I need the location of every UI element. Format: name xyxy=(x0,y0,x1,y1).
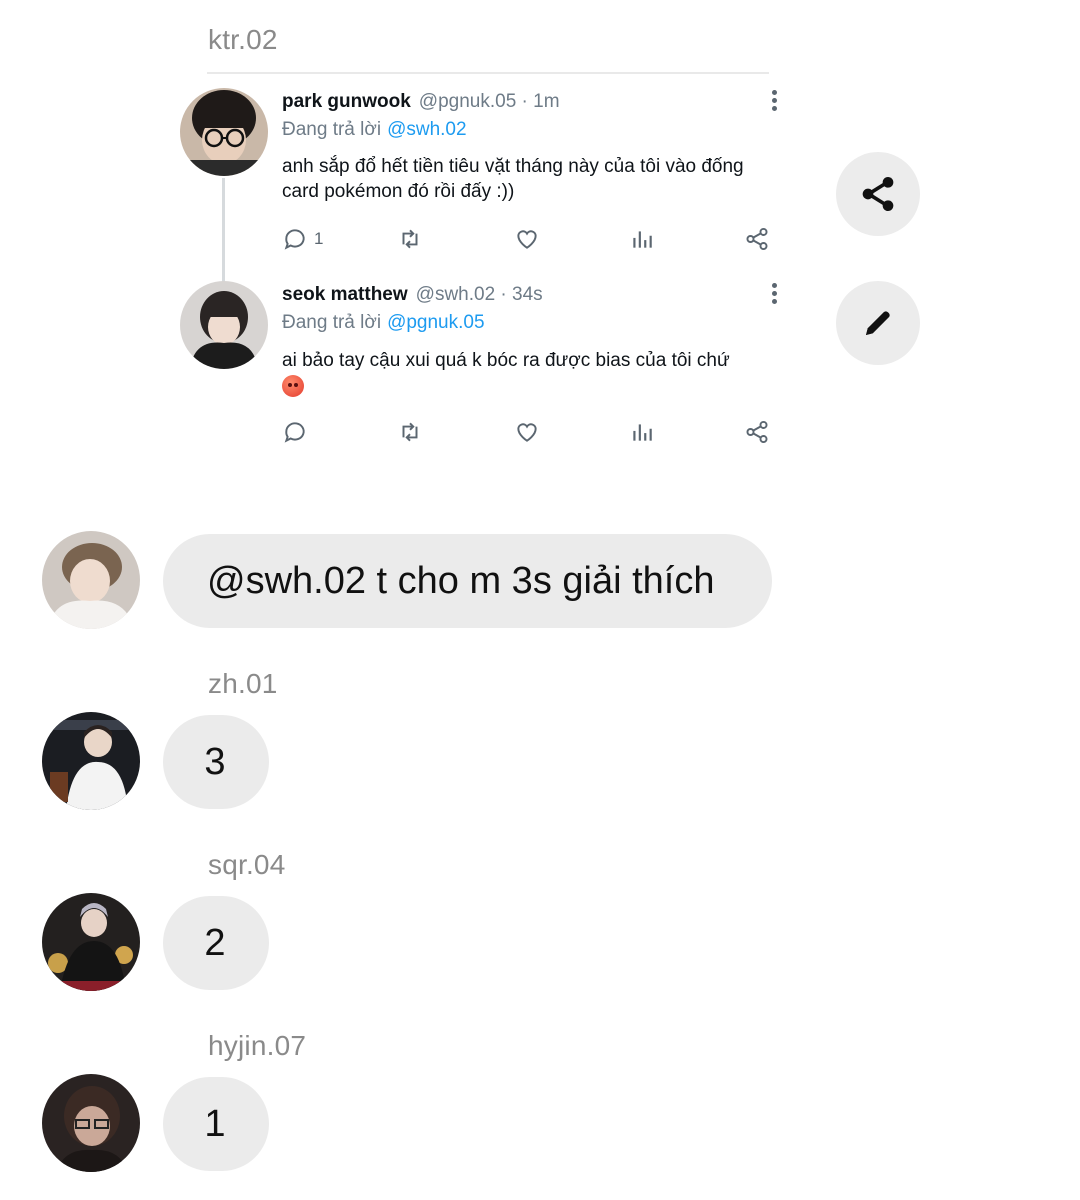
share-button[interactable] xyxy=(744,224,770,254)
comment-icon xyxy=(284,422,305,443)
message-text: 1 xyxy=(204,1102,226,1145)
bar-chart-icon xyxy=(633,231,652,248)
tweet-actions: 1 xyxy=(282,224,772,254)
share-icon xyxy=(746,227,768,251)
forward-share-button[interactable] xyxy=(836,152,920,236)
like-button[interactable] xyxy=(514,417,540,447)
edit-button[interactable] xyxy=(836,281,920,365)
heart-icon xyxy=(517,423,537,442)
avatar[interactable] xyxy=(42,531,140,629)
message-bubble[interactable]: @swh.02 t cho m 3s giải thích xyxy=(163,534,772,628)
avatar[interactable] xyxy=(42,893,140,991)
tweet-text: ai bảo tay cậu xui quá k bóc ra được bia… xyxy=(282,350,730,371)
message-text: @swh.02 t cho m 3s giải thích xyxy=(207,559,715,602)
share-button[interactable] xyxy=(744,417,770,447)
retweet-button[interactable] xyxy=(397,224,423,254)
more-vertical-icon[interactable] xyxy=(772,90,778,114)
tweet-text: anh sắp đổ hết tiền tiêu vặt tháng này c… xyxy=(282,156,744,202)
retweet-icon xyxy=(402,422,418,442)
mention-link[interactable]: @swh.02 xyxy=(387,119,467,140)
heart-icon xyxy=(517,230,537,249)
sender-name: hyjin.07 xyxy=(208,1030,307,1061)
more-vertical-icon[interactable] xyxy=(772,283,778,307)
mention-link[interactable]: @pgnuk.05 xyxy=(387,312,484,333)
tweet-author[interactable]: seok matthew @swh.02 · 34s xyxy=(282,284,543,306)
message-text: 2 xyxy=(204,921,226,964)
message-text: 3 xyxy=(204,740,226,783)
avatar[interactable] xyxy=(42,1074,140,1172)
message-bubble[interactable]: 3 xyxy=(163,715,269,809)
replying-to: Đang trả lời @swh.02 xyxy=(282,119,467,141)
avatar[interactable] xyxy=(42,712,140,810)
tweet-author[interactable]: park gunwook @pgnuk.05 · 1m xyxy=(282,91,560,113)
reply-button[interactable] xyxy=(282,417,308,447)
avatar[interactable] xyxy=(180,88,268,176)
replying-to: Đang trả lời @pgnuk.05 xyxy=(282,312,485,334)
replying-label: Đang trả lời xyxy=(282,312,382,333)
pencil-icon xyxy=(866,311,890,335)
reply-count: 1 xyxy=(314,229,324,248)
message-bubble[interactable]: 2 xyxy=(163,896,269,990)
reply-button[interactable]: 1 xyxy=(282,224,323,254)
like-button[interactable] xyxy=(514,224,540,254)
tweet-handle-time: @pgnuk.05 · 1m xyxy=(418,91,560,112)
views-button[interactable] xyxy=(629,224,655,254)
views-button[interactable] xyxy=(629,417,655,447)
share-icon xyxy=(862,177,894,211)
share-icon xyxy=(746,420,768,444)
sender-name: ktr.02 xyxy=(208,24,278,55)
angry-face-emoji-icon xyxy=(282,374,304,397)
sender-name: zh.01 xyxy=(208,668,278,699)
bar-chart-icon xyxy=(633,424,652,441)
tweet-card[interactable]: seok matthew @swh.02 · 34s Đang trả lời @p… xyxy=(180,281,780,451)
avatar[interactable] xyxy=(180,281,268,369)
message-bubble[interactable]: 1 xyxy=(163,1077,269,1171)
tweet-text-block: ai bảo tay cậu xui quá k bóc ra được bia… xyxy=(282,348,792,398)
replying-label: Đang trả lời xyxy=(282,119,382,140)
retweet-icon xyxy=(402,229,418,249)
divider xyxy=(207,72,769,74)
tweet-actions xyxy=(282,417,772,447)
tweet-author-name[interactable]: seok matthew xyxy=(282,284,408,305)
sender-name: sqr.04 xyxy=(208,849,286,880)
comment-icon xyxy=(284,229,305,250)
retweet-button[interactable] xyxy=(397,417,423,447)
tweet-author-name[interactable]: park gunwook xyxy=(282,91,411,112)
tweet-card[interactable]: park gunwook @pgnuk.05 · 1m Đang trả lời @… xyxy=(180,88,780,258)
tweet-handle-time: @swh.02 · 34s xyxy=(415,284,543,305)
